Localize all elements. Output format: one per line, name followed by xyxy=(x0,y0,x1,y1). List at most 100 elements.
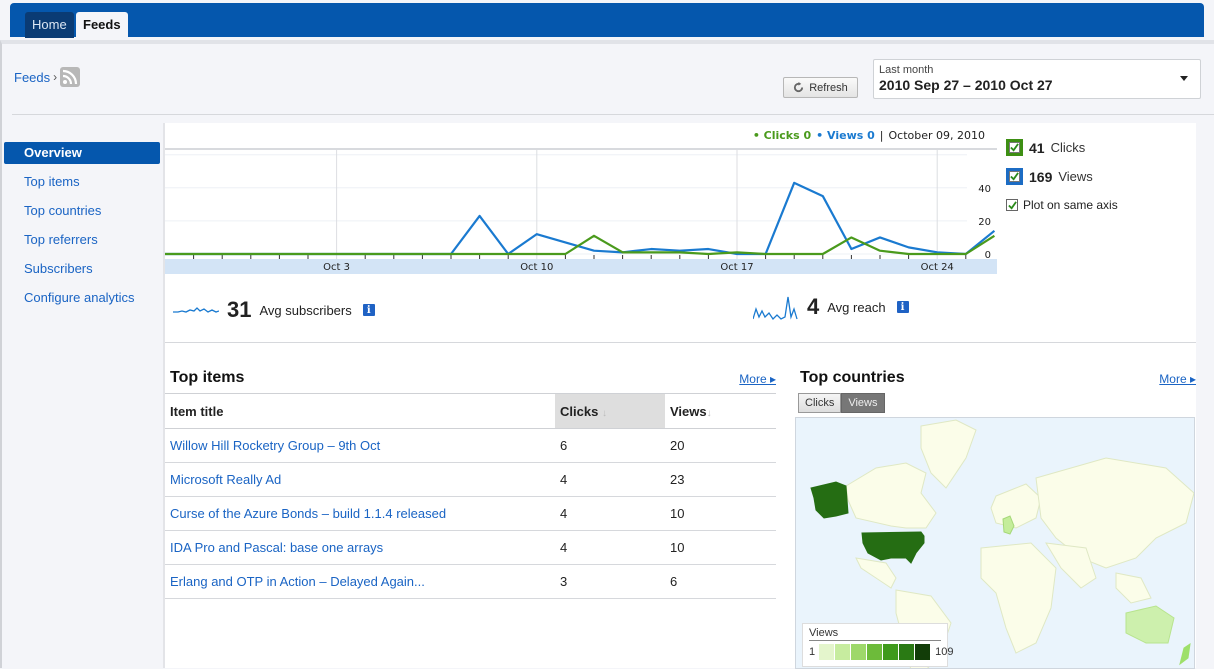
map-legend-title: Views xyxy=(809,627,941,641)
rss-icon[interactable] xyxy=(60,67,81,87)
sidebar-item-top-referrers[interactable]: Top referrers xyxy=(4,229,160,258)
right-rail xyxy=(1196,123,1214,668)
legend-swatch xyxy=(867,644,884,660)
x-axis-band xyxy=(165,259,997,274)
clicks-checkbox[interactable] xyxy=(1006,139,1023,156)
item-title-link[interactable]: Microsoft Really Ad xyxy=(170,472,281,487)
map-australia xyxy=(1125,605,1175,644)
map-greenland xyxy=(920,419,977,489)
sidebar: Overview Top items Top countries Top ref… xyxy=(4,142,160,316)
column-header-views[interactable]: Views↓ xyxy=(665,393,776,429)
subscribers-label: Avg subscribers xyxy=(259,302,352,318)
top-countries-title: Top countries xyxy=(800,369,905,386)
sort-arrow-icon: ↓ xyxy=(706,407,712,419)
table-row: Curse of the Azure Bonds – build 1.1.4 r… xyxy=(165,496,776,531)
table-row: Microsoft Really Ad 4 23 xyxy=(165,462,776,497)
timeline-chart[interactable]: Oct 3 Oct 10 Oct 17 Oct 24 0 20 40 • Clicks 0 … xyxy=(165,123,997,275)
legend-swatch xyxy=(819,644,836,660)
series-toggles: 41 Clicks 169 Views Plot on same axis xyxy=(1006,133,1196,212)
top-countries-section: Top countries More ▸ Clicks Views Views … xyxy=(795,369,1196,669)
subscribers-value: 31 xyxy=(227,297,252,322)
header-divider xyxy=(12,114,1214,115)
map-mexico-central xyxy=(855,557,897,589)
item-title-link[interactable]: Curse of the Azure Bonds – build 1.1.4 r… xyxy=(170,506,446,521)
legend-separator: | xyxy=(879,129,884,142)
reach-label: Avg reach xyxy=(827,299,886,315)
series-line-clicks xyxy=(165,234,995,256)
map-legend-min: 1 xyxy=(809,646,816,658)
sidebar-item-top-items[interactable]: Top items xyxy=(4,171,160,200)
breadcrumb-feeds-link[interactable]: Feeds xyxy=(14,70,50,85)
legend-swatch xyxy=(899,644,916,660)
sidebar-item-configure-analytics[interactable]: Configure analytics xyxy=(4,287,160,316)
tab-home[interactable]: Home xyxy=(25,12,74,38)
x-tick-label: Oct 3 xyxy=(323,262,350,273)
map-legend-gradient xyxy=(819,644,932,660)
column-label: Views xyxy=(670,403,707,419)
legend-views: • Views 0 xyxy=(816,129,875,142)
views-checkbox[interactable] xyxy=(1006,168,1023,185)
plot-same-axis-option[interactable]: Plot on same axis xyxy=(1006,198,1196,212)
refresh-button[interactable]: Refresh xyxy=(783,77,858,98)
top-items-section: Top items More ▸ Item title Clicks ↓ Vie… xyxy=(165,369,776,599)
subscribers-sparkline-icon xyxy=(173,307,219,313)
sidebar-item-top-countries[interactable]: Top countries xyxy=(4,200,160,229)
column-label: Clicks xyxy=(560,403,599,419)
toggle-views[interactable]: 169 Views xyxy=(1006,162,1196,191)
plot-same-axis-checkbox[interactable] xyxy=(1006,199,1018,211)
item-views: 10 xyxy=(665,530,776,565)
top-countries-more-link[interactable]: More ▸ xyxy=(1159,372,1196,386)
item-views: 20 xyxy=(665,428,776,463)
legend-swatch xyxy=(883,644,900,660)
world-map[interactable]: Views 1 109 xyxy=(795,417,1195,669)
sidebar-item-overview[interactable]: Overview xyxy=(4,142,160,164)
item-title-link[interactable]: Willow Hill Rocketry Group – 9th Oct xyxy=(170,438,380,453)
item-title-link[interactable]: IDA Pro and Pascal: base one arrays xyxy=(170,540,383,555)
toggle-clicks[interactable]: 41 Clicks xyxy=(1006,133,1196,162)
toggle-views-button[interactable]: Views xyxy=(841,393,885,413)
refresh-label: Refresh xyxy=(809,81,848,94)
column-header-clicks[interactable]: Clicks ↓ xyxy=(555,393,665,429)
map-africa xyxy=(980,542,1057,654)
metric-subscribers: 31 Avg subscribers i xyxy=(173,297,375,323)
tab-feeds[interactable]: Feeds xyxy=(76,12,128,38)
x-tick-label: Oct 24 xyxy=(921,262,954,273)
table-row: Erlang and OTP in Action – Delayed Again… xyxy=(165,564,776,599)
series-line-views xyxy=(165,181,996,256)
date-range-value: 2010 Sep 27 – 2010 Oct 27 xyxy=(879,77,1053,93)
map-new-zealand xyxy=(1179,642,1191,666)
clicks-total: 41 xyxy=(1029,139,1045,156)
legend-clicks: • Clicks 0 xyxy=(752,129,812,142)
x-tick-label: Oct 17 xyxy=(720,262,753,273)
main-panel: Oct 3 Oct 10 Oct 17 Oct 24 0 20 40 • Clicks 0 … xyxy=(165,123,1196,669)
item-title-link[interactable]: Erlang and OTP in Action – Delayed Again… xyxy=(170,574,425,589)
item-clicks: 4 xyxy=(555,530,665,565)
breadcrumb: Feeds › xyxy=(14,67,81,87)
sidebar-item-subscribers[interactable]: Subscribers xyxy=(4,258,160,287)
checkmark-icon xyxy=(1010,143,1019,152)
table-row: Willow Hill Rocketry Group – 9th Oct 6 2… xyxy=(165,428,776,463)
y-tick-label: 0 xyxy=(985,250,991,261)
metric-toggle: Clicks Views xyxy=(795,393,1196,413)
item-views: 6 xyxy=(665,564,776,599)
date-range-select[interactable]: Last month 2010 Sep 27 – 2010 Oct 27 xyxy=(873,59,1201,99)
top-items-more-link[interactable]: More ▸ xyxy=(739,372,776,386)
column-header-item-title[interactable]: Item title xyxy=(165,393,555,429)
toggle-clicks-button[interactable]: Clicks xyxy=(798,393,842,413)
sort-arrow-icon: ↓ xyxy=(601,407,607,419)
checkmark-icon xyxy=(1010,172,1019,181)
map-legend: Views 1 109 xyxy=(802,623,953,667)
views-label: Views xyxy=(1058,169,1093,184)
legend-swatch xyxy=(835,644,852,660)
map-united-states xyxy=(861,531,925,564)
column-label: Item title xyxy=(170,403,224,419)
info-icon[interactable]: i xyxy=(362,304,375,316)
map-alaska xyxy=(810,481,849,519)
info-icon[interactable]: i xyxy=(896,301,909,313)
item-views: 10 xyxy=(665,496,776,531)
chart-legend: • Clicks 0 • Views 0 | October 09, 2010 xyxy=(753,129,985,142)
refresh-icon xyxy=(794,82,804,93)
top-items-title: Top items xyxy=(170,369,245,386)
chevron-down-icon xyxy=(1180,76,1188,81)
legend-swatch xyxy=(915,644,932,660)
